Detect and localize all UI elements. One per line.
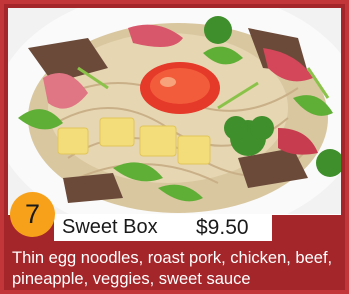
item-description: Thin egg noodles, roast pork, chicken, b… (12, 249, 333, 288)
item-title-bar: Sweet Box $9.50 (54, 214, 272, 241)
item-number-badge: 7 (10, 192, 55, 237)
item-price: $9.50 (196, 216, 249, 239)
menu-item-card[interactable]: 7 Sweet Box $9.50 Thin egg noodles, roas… (0, 0, 349, 294)
item-name: Sweet Box (62, 216, 158, 238)
food-photo (8, 8, 341, 215)
